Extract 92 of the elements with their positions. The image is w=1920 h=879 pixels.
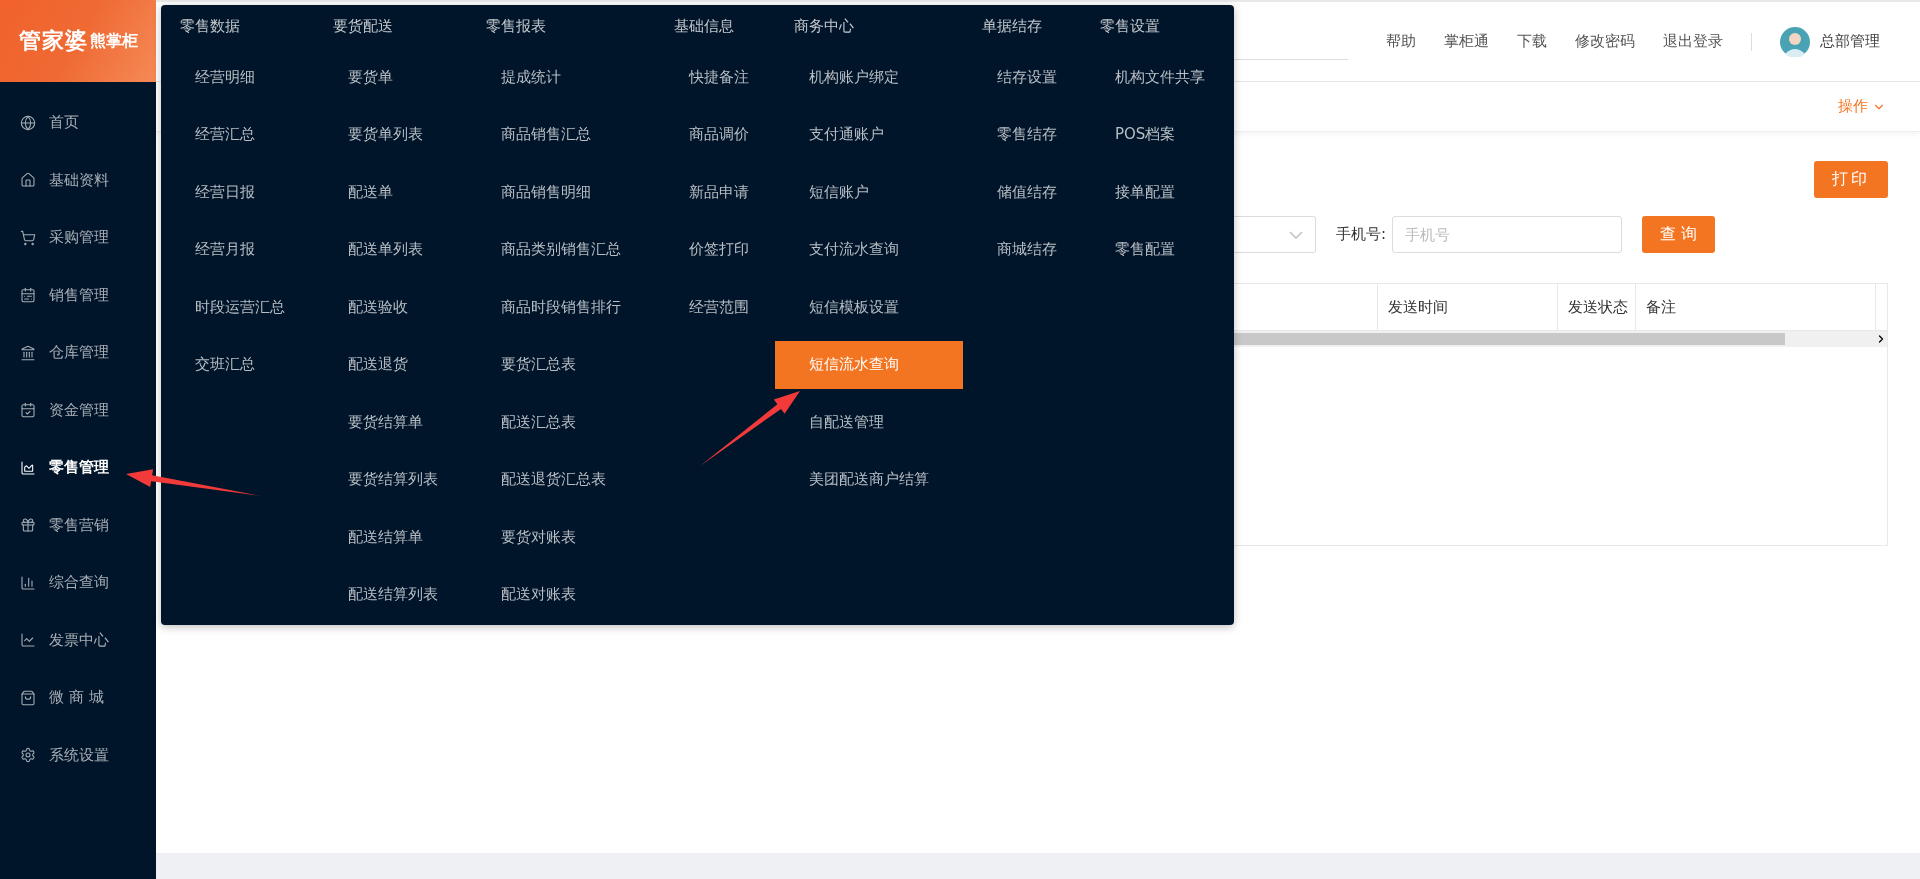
- sidebar-item[interactable]: 仓库管理: [0, 324, 156, 382]
- bank-icon: [20, 344, 36, 361]
- avatar[interactable]: [1780, 26, 1810, 57]
- menu-item[interactable]: 零售配置: [1081, 225, 1234, 274]
- sidebar-item[interactable]: 综合查询: [0, 554, 156, 612]
- sidebar-item[interactable]: 零售管理: [0, 439, 156, 497]
- column-header: 发送时间: [1377, 284, 1557, 330]
- menu-item[interactable]: 商品时段销售排行: [467, 283, 655, 331]
- sidebar-item[interactable]: 采购管理: [0, 209, 156, 267]
- menu-item[interactable]: 价签打印: [655, 225, 775, 274]
- house-icon: [20, 172, 36, 189]
- sidebar-item[interactable]: 资金管理: [0, 381, 156, 439]
- chevron-down-icon: [1289, 230, 1303, 239]
- menu-item[interactable]: 零售结存: [963, 110, 1081, 159]
- column-header: 备注: [1635, 284, 1875, 330]
- menu-item[interactable]: 要货结算单: [314, 398, 467, 446]
- menu-item[interactable]: 配送结算单: [314, 513, 467, 561]
- bag-icon: [20, 689, 36, 706]
- menu-item[interactable]: 商品调价: [655, 110, 775, 159]
- bar-chart-icon: [20, 574, 36, 591]
- menu-group-title: 零售数据: [179, 15, 241, 37]
- menu-item[interactable]: 经营日报: [161, 168, 314, 216]
- calendar-icon: [20, 287, 36, 304]
- menu-group-title: 要货配送: [332, 15, 394, 37]
- menu-item[interactable]: 短信账户: [775, 168, 963, 216]
- cart-icon: [20, 229, 36, 246]
- menu-item[interactable]: 配送结算列表: [314, 570, 467, 619]
- menu-item[interactable]: 商品类别销售汇总: [467, 225, 655, 274]
- menu-item[interactable]: 新品申请: [655, 168, 775, 216]
- sidebar-item[interactable]: 系统设置: [0, 726, 156, 784]
- menu-item[interactable]: 机构账户绑定: [775, 53, 963, 101]
- menu-item[interactable]: 提成统计: [467, 53, 655, 101]
- column-header: 发送状态: [1557, 284, 1635, 330]
- gift-icon: [20, 517, 36, 534]
- menu-item[interactable]: 结存设置: [963, 53, 1081, 101]
- phone-label: 手机号:: [1336, 225, 1387, 244]
- menu-item[interactable]: 要货单: [314, 53, 467, 101]
- line-chart-icon: [20, 632, 36, 649]
- nav-link[interactable]: 修改密码: [1575, 32, 1635, 51]
- logo-product: 熊掌柜: [89, 30, 138, 52]
- sidebar-item[interactable]: 基础资料: [0, 151, 156, 209]
- menu-group-title: 商务中心: [793, 15, 855, 37]
- menu-item[interactable]: 经营明细: [161, 53, 314, 101]
- menu-item[interactable]: 经营月报: [161, 225, 314, 274]
- menu-item[interactable]: 配送对账表: [467, 570, 655, 619]
- menu-item[interactable]: 商城结存: [963, 225, 1081, 274]
- nav-link[interactable]: 下载: [1517, 32, 1547, 51]
- nav-link[interactable]: 掌柜通: [1444, 32, 1489, 51]
- menu-item[interactable]: 经营汇总: [161, 110, 314, 159]
- sidebar-item[interactable]: 首页: [0, 94, 156, 152]
- menu-item[interactable]: 配送验收: [314, 283, 467, 331]
- menu-item[interactable]: 要货单列表: [314, 110, 467, 159]
- menu-item[interactable]: 商品销售明细: [467, 168, 655, 216]
- menu-item[interactable]: 商品销售汇总: [467, 110, 655, 159]
- menu-item[interactable]: 配送单列表: [314, 225, 467, 274]
- menu-item[interactable]: 机构文件共享: [1081, 53, 1234, 101]
- menu-item[interactable]: 交班汇总: [161, 340, 314, 389]
- menu-item[interactable]: 美团配送商户结算: [775, 455, 963, 504]
- menu-item[interactable]: 要货结算列表: [314, 455, 467, 504]
- sidebar-item[interactable]: 销售管理: [0, 266, 156, 324]
- menu-item[interactable]: 支付通账户: [775, 110, 963, 159]
- menu-group-title: 单据结存: [981, 15, 1043, 37]
- menu-group-title: 零售设置: [1099, 15, 1161, 37]
- menu-item[interactable]: 要货汇总表: [467, 340, 655, 389]
- menu-item[interactable]: 配送退货汇总表: [467, 455, 655, 504]
- nav-link[interactable]: 退出登录: [1663, 32, 1723, 51]
- menu-item[interactable]: POS档案: [1081, 110, 1234, 159]
- menu-item[interactable]: 短信模板设置: [775, 283, 963, 331]
- settings-icon: [20, 747, 36, 764]
- globe-icon: [20, 114, 36, 131]
- menu-item[interactable]: 配送退货: [314, 340, 467, 389]
- menu-item[interactable]: 配送单: [314, 168, 467, 216]
- menu-item[interactable]: 支付流水查询: [775, 225, 963, 274]
- menu-group-title: 基础信息: [673, 15, 735, 37]
- menu-item[interactable]: 自配送管理: [775, 398, 963, 446]
- area-chart-icon: [20, 459, 36, 476]
- sidebar-item[interactable]: 发票中心: [0, 611, 156, 669]
- logo-brand: 管家婆: [18, 27, 88, 55]
- user-name[interactable]: 总部管理: [1820, 32, 1880, 51]
- menu-item[interactable]: 要货对账表: [467, 513, 655, 561]
- menu-group-title: 零售报表: [485, 15, 547, 37]
- menu-item[interactable]: 接单配置: [1081, 168, 1234, 216]
- calendar-icon: [20, 402, 36, 419]
- sidebar-item[interactable]: 微 商 城: [0, 669, 156, 727]
- phone-field[interactable]: 手机号: [1392, 216, 1623, 253]
- menu-item[interactable]: 配送汇总表: [467, 398, 655, 446]
- menu-item[interactable]: 经营范围: [655, 283, 775, 331]
- menu-item[interactable]: 储值结存: [963, 168, 1081, 216]
- sidebar-item[interactable]: 零售营销: [0, 496, 156, 554]
- nav-link[interactable]: 帮助: [1386, 32, 1416, 51]
- menu-item[interactable]: 时段运营汇总: [161, 283, 314, 331]
- menu-item[interactable]: 快捷备注: [655, 53, 775, 101]
